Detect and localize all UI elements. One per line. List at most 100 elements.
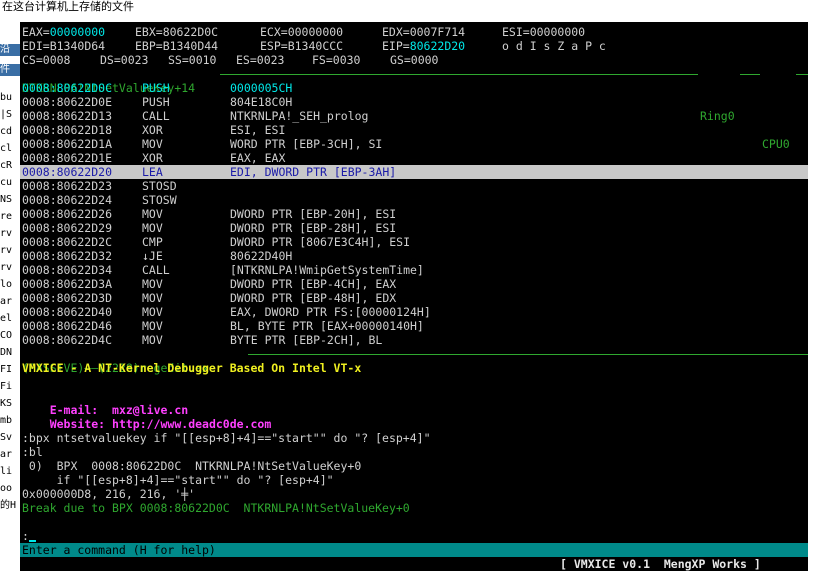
background-text-fragment: oo — [0, 483, 13, 494]
instruction-mnemonic: LEA — [142, 165, 163, 179]
instruction-row[interactable]: 0008:80622D0C PUSH 0000005CH — [22, 81, 808, 95]
register-value: 00000000 — [287, 25, 344, 39]
instruction-operands: EDI, DWORD PTR [EBP-3AH] — [230, 165, 397, 179]
register-esi: ESI=00000000 — [502, 25, 585, 39]
instruction-mnemonic: STOSW — [142, 193, 177, 207]
instruction-row[interactable]: 0008:80622D3A MOV DWORD PTR [EBP-4CH], EAX — [22, 277, 808, 291]
instruction-address: 0008:80622D20 — [22, 165, 113, 179]
instruction-address: 0008:80622D2C — [22, 235, 113, 249]
instruction-address: 0008:80622D24 — [22, 193, 113, 207]
background-text-fragment: DN — [0, 347, 13, 358]
instruction-operands: 804E18C0H — [230, 95, 293, 109]
instruction-row[interactable]: 0008:80622D20 LEA EDI, DWORD PTR [EBP-3AH] — [22, 165, 808, 179]
instruction-operands: DWORD PTR [EBP-28H], ESI — [230, 221, 397, 235]
console-line: :bpx ntsetvaluekey if "[[esp+8]+4]=="sta… — [22, 431, 431, 445]
register-value: 80622D20 — [409, 39, 466, 53]
background-text-fragment: 沿 — [0, 44, 20, 56]
register-name: EDX= — [382, 25, 410, 39]
instruction-row[interactable]: 0008:80622D0E PUSH 804E18C0H — [22, 95, 808, 109]
instruction-operands: BL, BYTE PTR [EAX+00000140H] — [230, 319, 424, 333]
register-value: B1340CCC — [287, 39, 344, 53]
instruction-row[interactable]: 0008:80622D23 STOSD — [22, 179, 808, 193]
instruction-mnemonic: MOV — [142, 207, 163, 221]
background-text-fragment: bu — [0, 92, 13, 103]
instruction-row[interactable]: 0008:80622D34 CALL [NTKRNLPA!WmipGetSystem… — [22, 263, 808, 277]
instruction-mnemonic: STOSD — [142, 179, 177, 193]
background-text-fragment: li — [0, 466, 13, 477]
instruction-row[interactable]: 0008:80622D24 STOSW — [22, 193, 808, 207]
background-text-fragment: CO — [0, 330, 13, 341]
instruction-row[interactable]: 0008:80622D13 CALL NTKRNLPA!_SEH_prolog — [22, 109, 808, 123]
console-line: if "[[esp+8]+4]=="start"" do "? [esp+4]" — [22, 473, 334, 487]
debugger-window[interactable]: EAX=00000000 EBX=80622D0C ECX=00000000 EDX=… — [20, 22, 808, 571]
background-text-fragment: re — [0, 211, 13, 222]
instruction-address: 0008:80622D3A — [22, 277, 113, 291]
background-text-fragment: lo — [0, 279, 13, 290]
instruction-mnemonic: XOR — [142, 151, 163, 165]
instruction-operands: [NTKRNLPA!WmipGetSystemTime] — [230, 263, 424, 277]
background-text-fragment: 的H — [0, 500, 17, 511]
instruction-address: 0008:80622D40 — [22, 305, 113, 319]
background-text-fragment: rv — [0, 262, 13, 273]
instruction-address: 0008:80622D1E — [22, 151, 113, 165]
instruction-mnemonic: MOV — [142, 277, 163, 291]
register-name: EDI= — [22, 39, 50, 53]
register-ebp: EBP=B1340D44 — [135, 39, 218, 53]
segment-register-fs: FS=0030 — [312, 53, 361, 67]
register-name: ECX= — [260, 25, 288, 39]
instruction-row[interactable]: 0008:80622D4C MOV BYTE PTR [EBP-2CH], BL — [22, 333, 808, 347]
instruction-operands: EAX, EAX — [230, 151, 286, 165]
instruction-row[interactable]: 0008:80622D1A MOV WORD PTR [EBP-3CH], SI — [22, 137, 808, 151]
background-text-fragment: KS — [0, 398, 13, 409]
instruction-address: 0008:80622D4C — [22, 333, 113, 347]
register-value: 00000000 — [529, 25, 586, 39]
command-prompt[interactable]: : — [22, 529, 29, 543]
register-name: ESP= — [260, 39, 288, 53]
instruction-mnemonic: MOV — [142, 291, 163, 305]
instruction-row[interactable]: 0008:80622D40 MOV EAX, DWORD PTR FS:[00000… — [22, 305, 808, 319]
register-value: 80622D0C — [162, 25, 219, 39]
background-text-fragment: cR — [0, 160, 13, 171]
instruction-mnemonic: ↓JE — [142, 249, 163, 263]
status-text: [ VMXICE v0.1 MengXP Works ] — [560, 557, 761, 571]
register-name: EAX= — [22, 25, 50, 39]
background-text-fragment: Fi — [0, 381, 13, 392]
text-cursor — [29, 540, 36, 542]
instruction-address: 0008:80622D23 — [22, 179, 113, 193]
instruction-row[interactable]: 0008:80622D46 MOV BL, BYTE PTR [EAX+000001… — [22, 319, 808, 333]
instruction-operands: DWORD PTR [8067E3C4H], ESI — [230, 235, 411, 249]
instruction-mnemonic: XOR — [142, 123, 163, 137]
register-value: B1340D44 — [162, 39, 219, 53]
instruction-operands: BYTE PTR [EBP-2CH], BL — [230, 333, 383, 347]
instruction-mnemonic: MOV — [142, 333, 163, 347]
instruction-row[interactable]: 0008:80622D32 ↓JE 80622D40H — [22, 249, 808, 263]
register-ebx: EBX=80622D0C — [135, 25, 218, 39]
register-edx: EDX=0007F714 — [382, 25, 465, 39]
website-link[interactable]: http://www.deadc0de.com — [112, 417, 271, 431]
segment-register-ss: SS=0010 — [168, 53, 217, 67]
background-text-fragment: cd — [0, 126, 13, 137]
instruction-row[interactable]: 0008:80622D3D MOV DWORD PTR [EBP-48H], EDX — [22, 291, 808, 305]
register-value: B1340D64 — [49, 39, 106, 53]
instruction-mnemonic: PUSH — [142, 81, 170, 95]
instruction-row[interactable]: 0008:80622D26 MOV DWORD PTR [EBP-20H], ESI — [22, 207, 808, 221]
instruction-operands: DWORD PTR [EBP-4CH], EAX — [230, 277, 397, 291]
instruction-operands: EAX, DWORD PTR FS:[00000124H] — [230, 305, 431, 319]
instruction-mnemonic: MOV — [142, 305, 163, 319]
instruction-row[interactable]: 0008:80622D2C CMP DWORD PTR [8067E3C4H], E… — [22, 235, 808, 249]
register-value: 00000000 — [49, 25, 106, 39]
background-bottom-strip — [20, 571, 808, 582]
segment-register-cs: CS=0008 — [22, 53, 71, 67]
background-text-fragment: cu — [0, 177, 13, 188]
instruction-address: 0008:80622D29 — [22, 221, 113, 235]
register-name: EBP= — [135, 39, 163, 53]
segment-register-es: ES=0023 — [236, 53, 285, 67]
instruction-mnemonic: CALL — [142, 263, 170, 277]
instruction-mnemonic: PUSH — [142, 95, 170, 109]
background-text-fragment: FI — [0, 364, 13, 375]
instruction-row[interactable]: 0008:80622D18 XOR ESI, ESI — [22, 123, 808, 137]
command-hint-text: Enter a command (H for help) — [22, 543, 216, 557]
background-text-fragment: cl — [0, 143, 13, 154]
instruction-row[interactable]: 0008:80622D29 MOV DWORD PTR [EBP-28H], ESI — [22, 221, 808, 235]
instruction-row[interactable]: 0008:80622D1E XOR EAX, EAX — [22, 151, 808, 165]
